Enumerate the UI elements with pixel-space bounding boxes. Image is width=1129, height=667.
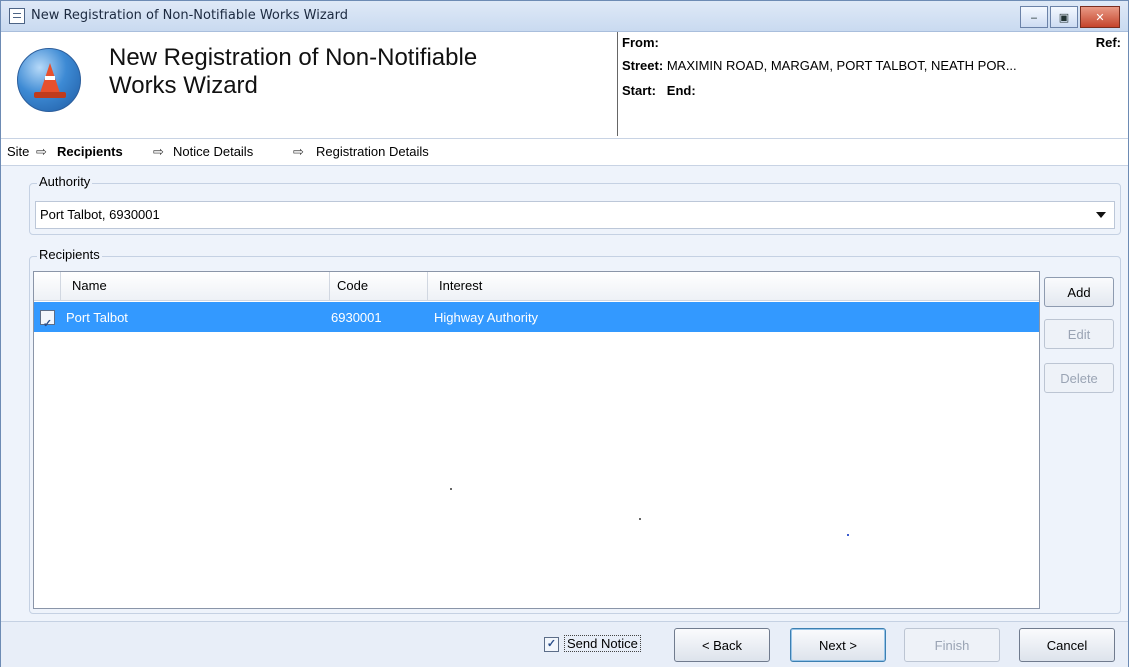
recipient-code: 6930001 xyxy=(331,310,382,325)
recipient-interest: Highway Authority xyxy=(434,310,539,325)
authority-selected-value: Port Talbot, 6930001 xyxy=(40,207,160,222)
send-notice-check[interactable]: ✓ xyxy=(544,637,559,652)
breadcrumb: Site ⇨ Recipients ⇨ Notice Details ⇨ Reg… xyxy=(1,139,1128,166)
breadcrumb-notice-details: Notice Details xyxy=(173,144,254,159)
ref-label: Ref: xyxy=(1095,35,1121,50)
minimize-button[interactable]: ‒ xyxy=(1020,6,1048,28)
column-header-code[interactable]: Code xyxy=(337,278,368,293)
close-button[interactable]: ✕ xyxy=(1080,6,1120,28)
add-recipient-button[interactable]: Add xyxy=(1044,277,1114,307)
window-controls: ‒ ▣ ✕ xyxy=(1020,6,1120,28)
recipient-name: Port Talbot xyxy=(66,310,128,325)
edit-recipient-button[interactable]: Edit xyxy=(1044,319,1114,349)
cone-base xyxy=(34,92,66,98)
breadcrumb-recipients: Recipients xyxy=(57,144,123,159)
window-title: New Registration of Non-Notifiable Works… xyxy=(31,8,348,23)
cancel-button[interactable]: Cancel xyxy=(1019,628,1115,662)
table-header: Name Code Interest xyxy=(34,272,1039,301)
title-bar[interactable]: New Registration of Non-Notifiable Works… xyxy=(1,1,1128,32)
authority-select[interactable]: Port Talbot, 6930001 xyxy=(35,201,1115,229)
artifact-dot xyxy=(847,534,849,536)
checkmark-icon: ✓ xyxy=(546,638,557,650)
send-notice-label[interactable]: Send Notice xyxy=(564,635,641,652)
back-button[interactable]: < Back xyxy=(674,628,770,662)
start-label: Start: xyxy=(622,83,656,98)
works-info-panel: From: Ref: Street: MAXIMIN ROAD, MARGAM,… xyxy=(617,32,1129,136)
column-divider xyxy=(60,272,61,300)
recipients-label: Recipients xyxy=(37,247,102,262)
table-row[interactable]: ✓ Port Talbot 6930001 Highway Authority xyxy=(34,302,1039,332)
breadcrumb-registration-details: Registration Details xyxy=(316,144,429,159)
column-header-interest[interactable]: Interest xyxy=(439,278,482,293)
minimize-icon: ‒ xyxy=(1030,10,1038,24)
breadcrumb-arrow-icon: ⇨ xyxy=(36,144,47,159)
cone-stripe xyxy=(45,76,55,80)
finish-button[interactable]: Finish xyxy=(904,628,1000,662)
breadcrumb-site: Site xyxy=(7,144,30,159)
breadcrumb-arrow-icon: ⇨ xyxy=(153,144,164,159)
recipients-table[interactable]: Name Code Interest ✓ Port Talbot 6930001… xyxy=(33,271,1040,609)
street-value: MAXIMIN ROAD, MARGAM, PORT TALBOT, NEATH… xyxy=(666,58,1017,73)
breadcrumb-arrow-icon: ⇨ xyxy=(293,144,304,159)
delete-recipient-button[interactable]: Delete xyxy=(1044,363,1114,393)
maximize-icon: ▣ xyxy=(1058,10,1070,24)
row-checkbox[interactable]: ✓ xyxy=(40,310,55,330)
column-divider xyxy=(329,272,330,300)
wizard-window: New Registration of Non-Notifiable Works… xyxy=(0,0,1129,667)
column-divider xyxy=(427,272,428,300)
street-label: Street: xyxy=(622,58,664,73)
end-label: End: xyxy=(666,83,696,98)
traffic-cone-icon xyxy=(17,48,81,112)
wizard-title-line1: New Registration of Non-Notifiable xyxy=(109,44,478,71)
maximize-button[interactable]: ▣ xyxy=(1050,6,1078,28)
artifact-dot xyxy=(639,518,641,520)
close-icon: ✕ xyxy=(1095,10,1105,24)
wizard-header: New Registration of Non-Notifiable Works… xyxy=(1,32,1128,139)
wizard-title-line2: Works Wizard xyxy=(109,72,258,99)
checkmark-icon: ✓ xyxy=(42,318,53,330)
next-button[interactable]: Next > xyxy=(790,628,886,662)
authority-label: Authority xyxy=(37,174,93,189)
dropdown-arrow-icon[interactable] xyxy=(1096,212,1106,218)
column-header-name[interactable]: Name xyxy=(72,278,107,293)
wizard-title: New Registration of Non-Notifiable Works… xyxy=(109,44,589,100)
from-label: From: xyxy=(622,35,659,50)
artifact-dot xyxy=(450,488,452,490)
window-menu-icon[interactable] xyxy=(9,8,25,24)
